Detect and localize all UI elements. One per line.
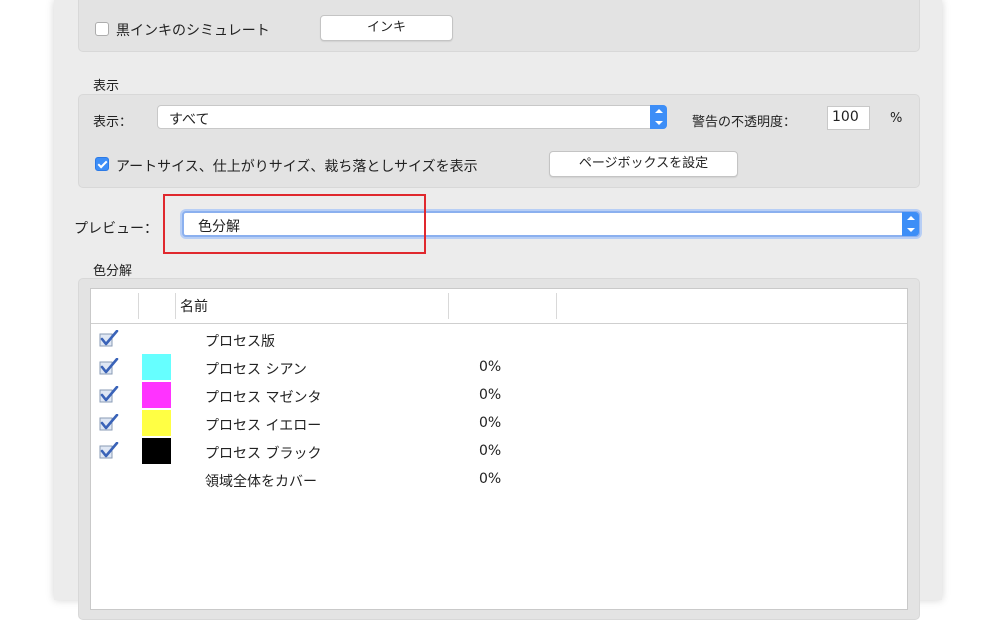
black-swatch (142, 438, 171, 464)
separation-name: プロセス ブラック (205, 446, 322, 462)
show-sizes-checkbox[interactable] (95, 157, 109, 171)
display-select-value: すべて (169, 112, 210, 128)
separation-percent: 0% (479, 359, 502, 375)
separation-percent: 0% (479, 471, 502, 487)
column-divider (448, 293, 449, 319)
display-label: 表示： (93, 115, 133, 130)
separation-name: プロセス マゼンタ (205, 390, 322, 406)
table-row[interactable]: プロセス イエロー 0% (91, 410, 907, 438)
warning-opacity-field[interactable]: 100 (827, 106, 870, 130)
simulate-black-checkbox[interactable] (95, 22, 109, 36)
separation-name: プロセス版 (205, 334, 275, 350)
separation-percent: 0% (479, 443, 502, 459)
yellow-swatch (142, 410, 171, 436)
warning-opacity-label: 警告の不透明度： (692, 115, 797, 130)
column-divider (138, 293, 139, 319)
separation-percent: 0% (479, 387, 502, 403)
separations-heading: 色分解 (93, 264, 133, 279)
highlight-annotation (163, 194, 426, 254)
column-divider (556, 293, 557, 319)
percent-sign: % (890, 111, 903, 126)
preview-select-stepper-icon (902, 212, 919, 236)
checkmark-icon[interactable] (99, 330, 119, 348)
cyan-swatch (142, 354, 171, 380)
separations-table: 名前 プロセス版 プロセス シアン 0% プロセス マゼンタ 0% プロセス イ… (90, 288, 908, 610)
name-column-header[interactable]: 名前 (180, 296, 208, 316)
magenta-swatch (142, 382, 171, 408)
table-row[interactable]: プロセス シアン 0% (91, 354, 907, 382)
display-section-heading: 表示 (93, 79, 120, 94)
checkmark-icon[interactable] (99, 358, 119, 376)
separation-percent: 0% (479, 415, 502, 431)
inks-button-label: インキ (366, 20, 406, 35)
checkmark-icon[interactable] (99, 386, 119, 404)
warning-opacity-value: 100 (832, 109, 859, 125)
table-row[interactable]: プロセス マゼンタ 0% (91, 382, 907, 410)
page-box-button-label: ページボックスを設定 (578, 156, 709, 171)
separation-name: プロセス シアン (205, 362, 307, 378)
simulate-black-label: 黒インキのシミュレート (116, 23, 270, 39)
column-divider (175, 293, 176, 319)
separations-table-header: 名前 (91, 289, 907, 324)
table-row[interactable]: プロセス ブラック 0% (91, 438, 907, 466)
table-row[interactable]: プロセス版 (91, 326, 907, 354)
table-row[interactable]: 領域全体をカバー 0% (91, 466, 907, 494)
show-sizes-label: アートサイス、仕上がりサイズ、裁ち落としサイズを表示 (116, 159, 478, 175)
checkmark-icon[interactable] (99, 414, 119, 432)
separation-name: 領域全体をカバー (205, 474, 317, 490)
separation-name: プロセス イエロー (205, 418, 322, 434)
inks-button[interactable]: インキ (320, 15, 453, 41)
display-select-stepper-icon (650, 105, 667, 129)
print-preview-dialog: 黒インキのシミュレート インキ 表示 表示： すべて 警告の不透明度： 100 … (54, 0, 942, 620)
display-select[interactable]: すべて (157, 105, 667, 129)
preview-label: プレビュー： (74, 221, 158, 237)
checkmark-icon[interactable] (99, 442, 119, 460)
page-box-button[interactable]: ページボックスを設定 (549, 151, 738, 177)
